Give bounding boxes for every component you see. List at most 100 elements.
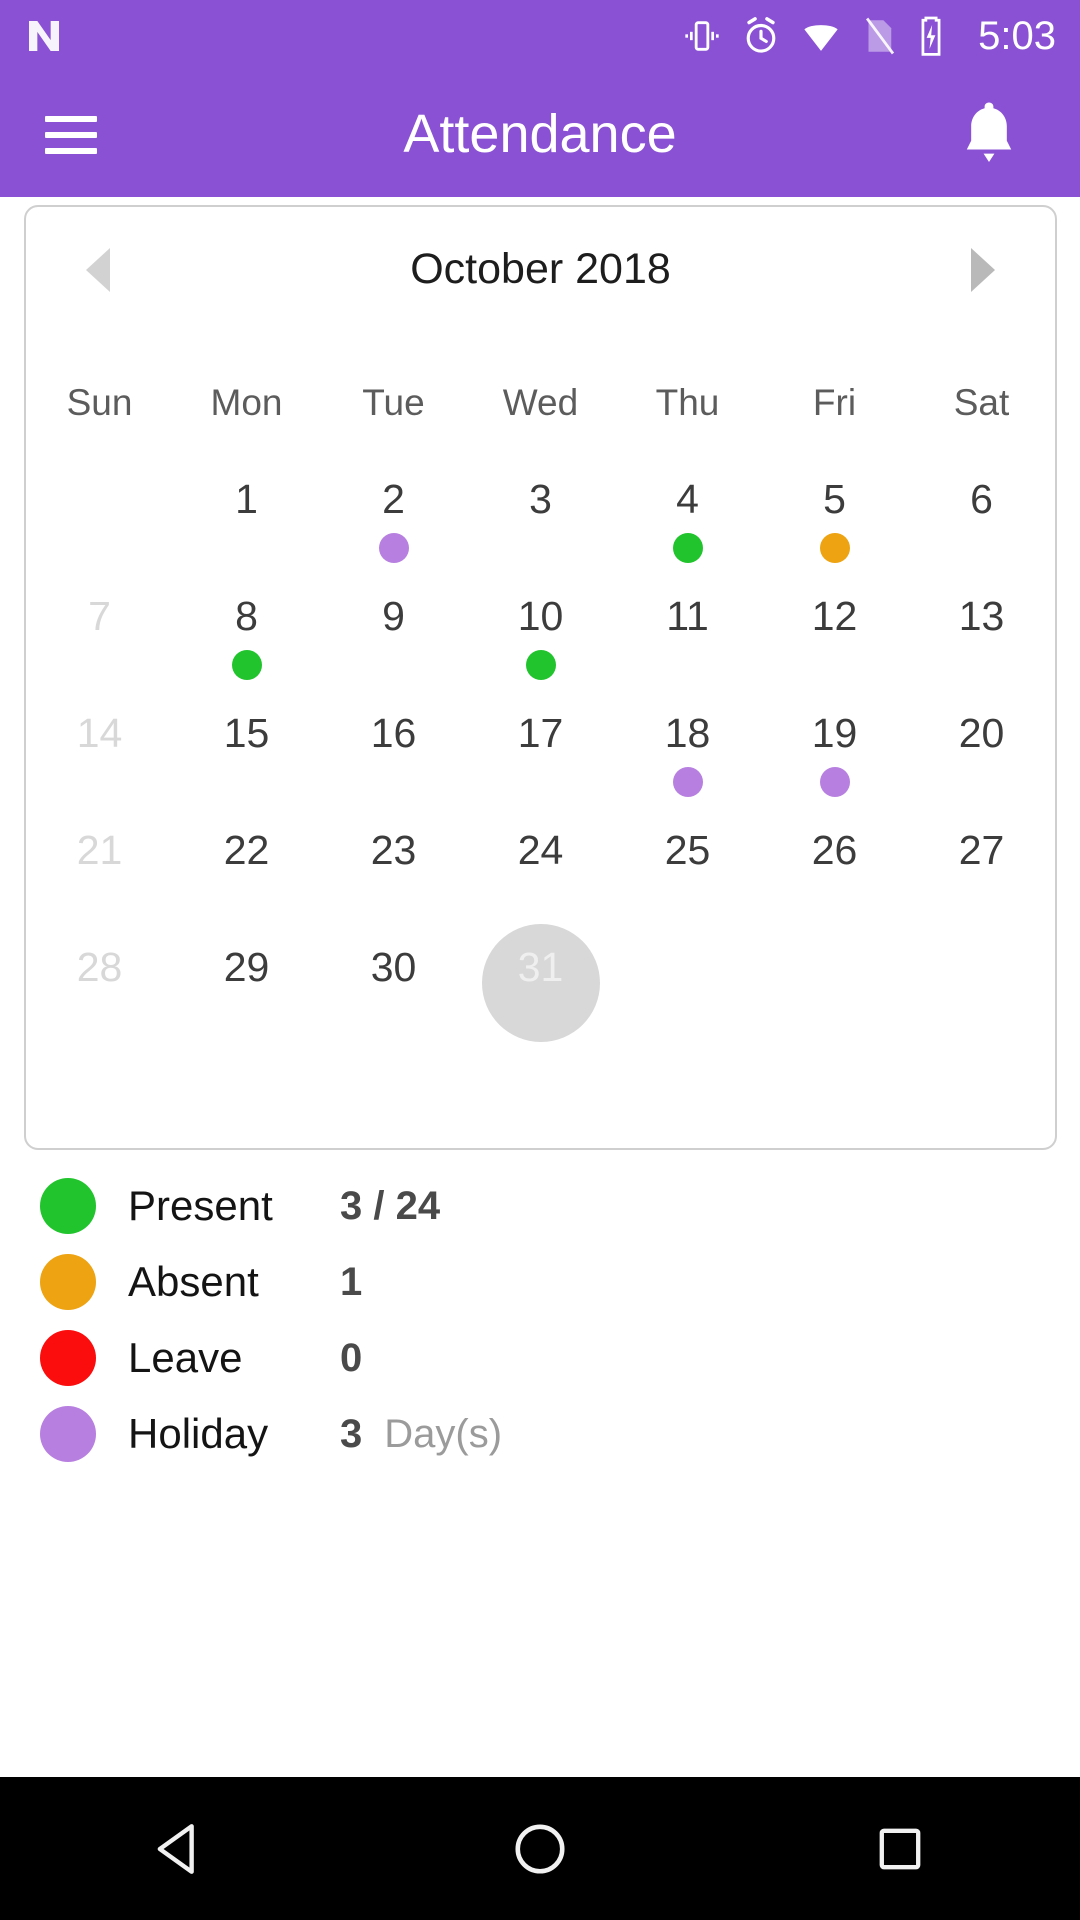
- status-bar-right: 5:03: [682, 14, 1056, 59]
- calendar-day-23[interactable]: 23: [320, 823, 467, 940]
- app-bar: Attendance: [0, 72, 1080, 197]
- calendar-day-empty: [761, 940, 908, 1057]
- calendar-day-2[interactable]: 2: [320, 472, 467, 589]
- battery-charging-icon: [921, 16, 941, 56]
- calendar-day-9[interactable]: 9: [320, 589, 467, 706]
- calendar-day-empty: [26, 472, 173, 589]
- day-number: 6: [970, 476, 993, 522]
- calendar-week-row: 7 8 9 10 11 12 13: [26, 589, 1055, 706]
- day-number: 24: [517, 827, 564, 873]
- legend-dot-holiday: [40, 1406, 96, 1462]
- hamburger-menu-icon[interactable]: [45, 115, 97, 154]
- legend-dot-present: [40, 1178, 96, 1234]
- calendar-day-31[interactable]: 31: [467, 924, 614, 1057]
- status-dot-present: [231, 650, 262, 680]
- weekday-label-fri: Fri: [812, 382, 857, 423]
- calendar-day-4[interactable]: 4: [614, 472, 761, 589]
- calendar-day-6[interactable]: 6: [908, 472, 1055, 589]
- legend-dot-absent: [40, 1254, 96, 1310]
- day-number: 18: [664, 710, 711, 756]
- calendar-day-empty: [614, 940, 761, 1057]
- status-dot-present: [672, 533, 703, 563]
- day-number: 23: [370, 827, 417, 873]
- calendar-day-16[interactable]: 16: [320, 706, 467, 823]
- calendar-day-29[interactable]: 29: [173, 940, 320, 1057]
- day-number: 26: [811, 827, 858, 873]
- page-title: Attendance: [403, 104, 677, 164]
- calendar-day-26[interactable]: 26: [761, 823, 908, 940]
- day-number: 31: [517, 944, 564, 990]
- calendar-day-25[interactable]: 25: [614, 823, 761, 940]
- android-navigation-bar: [0, 1777, 1080, 1920]
- calendar-week-row: 14 15 16 17 18 19 20: [26, 706, 1055, 823]
- calendar-day-14[interactable]: 14: [26, 706, 173, 823]
- calendar-day-5[interactable]: 5: [761, 472, 908, 589]
- calendar-day-24[interactable]: 24: [467, 823, 614, 940]
- day-number: 12: [811, 593, 858, 639]
- calendar-day-22[interactable]: 22: [173, 823, 320, 940]
- bell-glyph: [966, 102, 1012, 162]
- day-number: 4: [676, 476, 699, 522]
- status-bar-left: [24, 16, 64, 56]
- day-number: 3: [529, 476, 552, 522]
- weekday-label-wed: Wed: [502, 382, 579, 423]
- calendar-day-30[interactable]: 30: [320, 940, 467, 1057]
- calendar-grid: 1 2 3 4 5 6 7 8 9 10 11 12 13 14 15 16 17 18 19 20 21 22 23 24 2…: [26, 472, 1055, 1057]
- legend-label: Present: [128, 1182, 273, 1229]
- calendar-weekday-header: Sun Mon Tue Wed Thu Fri Sat: [26, 382, 1055, 424]
- calendar-day-3[interactable]: 3: [467, 472, 614, 589]
- attendance-legend: Present 3 / 24 Absent 1 Leave 0 Holiday 3 Day(s): [0, 1168, 1080, 1472]
- day-number: 13: [958, 593, 1005, 639]
- wifi-icon: [804, 25, 838, 51]
- calendar-header: October 2018: [26, 207, 1055, 332]
- prev-month-button[interactable]: [86, 247, 110, 292]
- day-number: 7: [88, 593, 111, 639]
- legend-unit: Day(s): [384, 1411, 503, 1456]
- legend-value: 1: [340, 1259, 363, 1304]
- calendar-day-12[interactable]: 12: [761, 589, 908, 706]
- day-number: 25: [664, 827, 711, 873]
- attendance-screen: 5:03 Attendance October 2018 Sun Mon Tue We…: [0, 0, 1080, 1920]
- calendar-day-17[interactable]: 17: [467, 706, 614, 823]
- bell-icon[interactable]: [958, 98, 1020, 171]
- android-n-logo-icon: [29, 21, 59, 51]
- weekday-label-sun: Sun: [66, 382, 133, 423]
- status-bar: 5:03: [0, 0, 1080, 72]
- legend-row-holiday: Holiday 3 Day(s): [0, 1396, 1080, 1472]
- calendar-day-21[interactable]: 21: [26, 823, 173, 940]
- home-circle-icon[interactable]: [470, 1777, 610, 1920]
- weekday-label-sat: Sat: [953, 382, 1010, 423]
- calendar-day-13[interactable]: 13: [908, 589, 1055, 706]
- calendar-day-7[interactable]: 7: [26, 589, 173, 706]
- calendar-day-10[interactable]: 10: [467, 589, 614, 706]
- day-number: 17: [517, 710, 564, 756]
- legend-row-present: Present 3 / 24: [0, 1168, 1080, 1244]
- day-number: 21: [76, 827, 123, 873]
- day-number: 27: [958, 827, 1005, 873]
- sim-card-icon: [866, 17, 895, 55]
- next-month-button[interactable]: [971, 247, 995, 292]
- day-number: 22: [223, 827, 270, 873]
- back-triangle-icon[interactable]: [110, 1777, 250, 1920]
- calendar-day-28[interactable]: 28: [26, 940, 173, 1057]
- calendar-day-27[interactable]: 27: [908, 823, 1055, 940]
- weekday-label-mon: Mon: [210, 382, 283, 423]
- calendar-day-20[interactable]: 20: [908, 706, 1055, 823]
- calendar-day-11[interactable]: 11: [614, 589, 761, 706]
- recents-glyph: [879, 1828, 921, 1869]
- legend-row-leave: Leave 0: [0, 1320, 1080, 1396]
- day-number: 8: [235, 593, 258, 639]
- calendar-day-15[interactable]: 15: [173, 706, 320, 823]
- calendar-day-1[interactable]: 1: [173, 472, 320, 589]
- calendar-day-18[interactable]: 18: [614, 706, 761, 823]
- calendar-day-19[interactable]: 19: [761, 706, 908, 823]
- legend-value: 0: [340, 1335, 363, 1380]
- legend-value: 3: [340, 1411, 363, 1456]
- legend-value: 3 / 24: [340, 1183, 441, 1228]
- recents-square-icon[interactable]: [830, 1777, 970, 1920]
- alarm-icon: [746, 17, 776, 53]
- legend-row-absent: Absent 1: [0, 1244, 1080, 1320]
- day-number: 11: [666, 593, 709, 639]
- calendar-card: October 2018 Sun Mon Tue Wed Thu Fri Sat 12345…: [24, 205, 1057, 1150]
- calendar-day-8[interactable]: 8: [173, 589, 320, 706]
